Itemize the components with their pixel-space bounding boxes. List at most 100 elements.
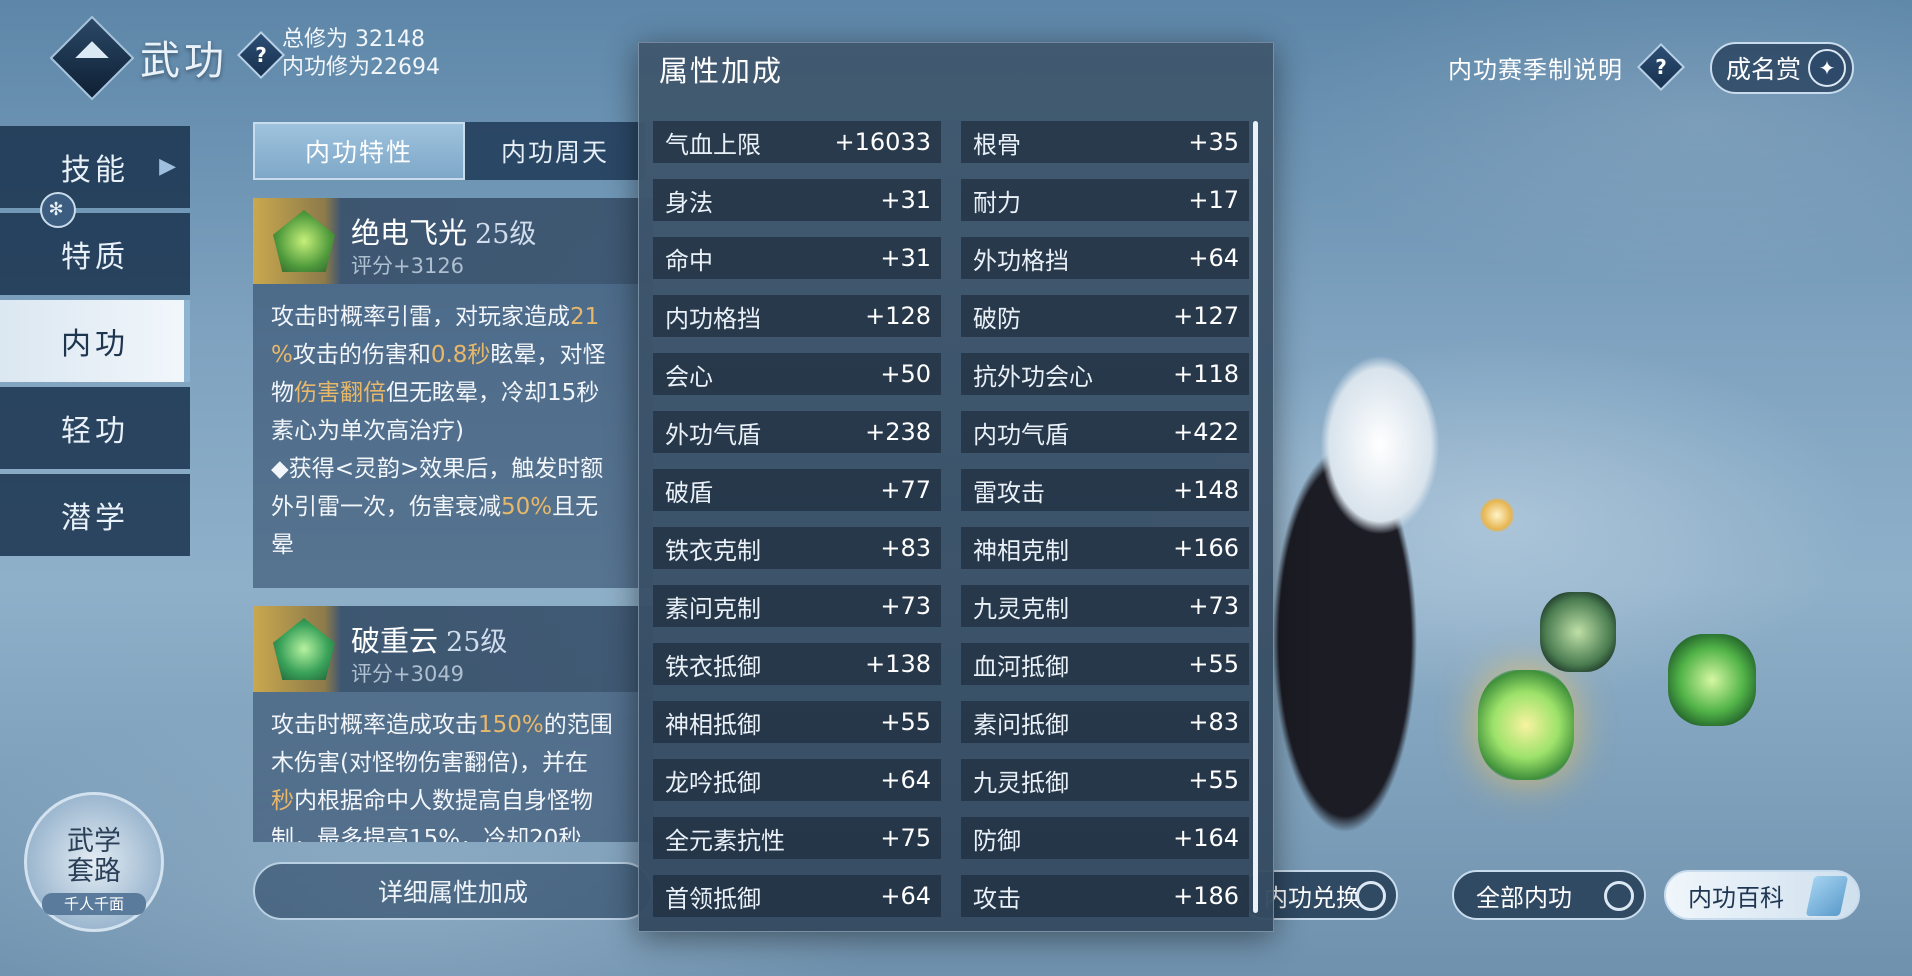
tab-neigong-zhoutian[interactable]: 内功周天 (465, 122, 645, 180)
book-icon (1805, 876, 1849, 916)
attribute-grid: 气血上限 +16033 根骨 +35 身法 +31 耐力 +17 命中 +31 外功格挡 +64 内功格… (653, 121, 1253, 917)
attribute-name: 神相抵御 (665, 710, 761, 739)
neigong-orb-icon[interactable] (1540, 592, 1616, 672)
description-line: 晕 (271, 532, 294, 558)
attribute-value: +73 (1188, 592, 1239, 620)
skill-score: 评分+3049 (351, 662, 465, 686)
attribute-value: +128 (865, 302, 931, 330)
attribute-bonus-panel: 属性加成 气血上限 +16033 根骨 +35 身法 +31 耐力 +17 命中 +31 外功格挡 +… (638, 42, 1274, 932)
attribute-value: +186 (1173, 882, 1239, 910)
attribute-name: 龙吟抵御 (665, 768, 761, 797)
skill-card[interactable]: 破重云 25级 评分+3049 攻击时概率造成攻击150%的范围 木伤害(对怪物伤害… (253, 606, 653, 842)
nav-item-traits[interactable]: 特质 (0, 213, 190, 295)
all-neigong-button[interactable]: 全部内功 (1452, 870, 1646, 920)
attribute-value: +64 (1188, 244, 1239, 272)
description-line: 攻击时概率造成攻击150%的范围 (271, 712, 613, 738)
attribute-value: +77 (880, 476, 931, 504)
neigong-wiki-button[interactable]: 内功百科 (1664, 870, 1860, 920)
attribute-name: 耐力 (973, 188, 1021, 217)
attribute-name: 防御 (973, 826, 1021, 855)
skill-card-header: 绝电飞光 25级 评分+3126 (253, 198, 653, 284)
description-line: 物伤害翻倍但无眩晕，冷却15秒 (271, 380, 600, 406)
attribute-row: 内功气盾 +422 (961, 411, 1249, 453)
attribute-name: 素问抵御 (973, 710, 1069, 739)
panel-title: 属性加成 (659, 54, 784, 88)
jade-leaf-icon (273, 618, 335, 680)
attribute-name: 铁衣克制 (665, 536, 761, 565)
attribute-name: 素问克制 (665, 594, 761, 623)
nav-item-neigong[interactable]: 内功 (0, 300, 190, 382)
attribute-value: +166 (1173, 534, 1239, 562)
tab-neigong-traits[interactable]: 内功特性 (253, 122, 465, 180)
total-cultivation: 总修为 32148 (282, 27, 425, 52)
attribute-value: +31 (880, 186, 931, 214)
attribute-value: +83 (880, 534, 931, 562)
attribute-name: 九灵克制 (973, 594, 1069, 623)
attribute-value: +64 (880, 882, 931, 910)
wuxue-taolu-button[interactable]: 武学 套路 千人千面 (24, 792, 164, 932)
attribute-name: 首领抵御 (665, 884, 761, 913)
attribute-name: 会心 (665, 362, 713, 391)
season-rules-link[interactable]: 内功赛季制说明 (1448, 50, 1623, 85)
attribute-value: +127 (1173, 302, 1239, 330)
attribute-row: 气血上限 +16033 (653, 121, 941, 163)
attribute-row: 破防 +127 (961, 295, 1249, 337)
attribute-value: +83 (1188, 708, 1239, 736)
skill-card-header: 破重云 25级 评分+3049 (253, 606, 653, 692)
description-line: ◆获得<灵韵>效果后，触发时额 (271, 456, 604, 482)
attribute-row: 首领抵御 +64 (653, 875, 941, 917)
nav-item-qinggong[interactable]: 轻功 (0, 387, 190, 469)
attribute-value: +35 (1188, 128, 1239, 156)
attribute-name: 外功气盾 (665, 420, 761, 449)
skill-card[interactable]: 绝电飞光 25级 评分+3126 攻击时概率引雷，对玩家造成21 %攻击的伤害和0.… (253, 198, 653, 588)
nav-item-qianxue[interactable]: 潜学 (0, 474, 190, 556)
attribute-row: 神相抵御 +55 (653, 701, 941, 743)
attribute-row: 铁衣克制 +83 (653, 527, 941, 569)
attribute-value: +55 (1188, 766, 1239, 794)
attribute-name: 铁衣抵御 (665, 652, 761, 681)
attribute-row: 抗外功会心 +118 (961, 353, 1249, 395)
neigong-orb-icon[interactable] (1668, 634, 1756, 726)
neigong-orb-icon[interactable] (1478, 670, 1574, 780)
attribute-name: 血河抵御 (973, 652, 1069, 681)
attribute-value: +50 (880, 360, 931, 388)
neigong-cultivation: 内功修为22694 (282, 55, 440, 80)
attribute-row: 外功气盾 +238 (653, 411, 941, 453)
attribute-row: 血河抵御 +55 (961, 643, 1249, 685)
attribute-row: 防御 +164 (961, 817, 1249, 859)
ring-icon (1356, 881, 1386, 911)
attribute-row: 破盾 +77 (653, 469, 941, 511)
description-line: 秒内根据命中人数提高自身怪物 (271, 788, 593, 814)
attribute-row: 攻击 +186 (961, 875, 1249, 917)
fame-reward-button[interactable]: 成名赏 ✦ (1710, 42, 1854, 94)
skill-name: 绝电飞光 25级 (351, 216, 537, 250)
attribute-row: 素问克制 +73 (653, 585, 941, 627)
attribute-value: +238 (865, 418, 931, 446)
attribute-value: +17 (1188, 186, 1239, 214)
attribute-value: +55 (1188, 650, 1239, 678)
attribute-name: 内功气盾 (973, 420, 1069, 449)
scrollbar[interactable] (1253, 121, 1258, 913)
description-line: 外引雷一次，伤害衰减50%且无 (271, 494, 599, 520)
attribute-name: 气血上限 (665, 130, 761, 159)
description-line: 攻击时概率引雷，对玩家造成21 (271, 304, 600, 330)
attribute-row: 内功格挡 +128 (653, 295, 941, 337)
attribute-value: +55 (880, 708, 931, 736)
skill-description: 攻击时概率引雷，对玩家造成21 %攻击的伤害和0.8秒眩晕，对怪 物伤害翻倍但无眩晕… (253, 284, 653, 578)
nav-item-skills[interactable]: 技能 ▶ ✻ (0, 126, 190, 228)
attribute-row: 素问抵御 +83 (961, 701, 1249, 743)
lightning-leaf-icon (273, 210, 335, 272)
detail-attributes-button[interactable]: 详细属性加成 (253, 862, 653, 920)
attribute-name: 雷攻击 (973, 478, 1045, 507)
page-title: 武功 (140, 38, 228, 84)
skill-description: 攻击时概率造成攻击150%的范围 木伤害(对怪物伤害翻倍)，并在 秒内根据命中人数提… (253, 692, 653, 842)
ring-icon (1604, 881, 1634, 911)
attribute-row: 根骨 +35 (961, 121, 1249, 163)
attribute-name: 抗外功会心 (973, 362, 1093, 391)
attribute-value: +164 (1173, 824, 1239, 852)
attribute-value: +73 (880, 592, 931, 620)
emblem-icon: ✦ (1808, 49, 1846, 87)
attribute-row: 九灵克制 +73 (961, 585, 1249, 627)
attribute-name: 内功格挡 (665, 304, 761, 333)
attribute-name: 全元素抗性 (665, 826, 785, 855)
